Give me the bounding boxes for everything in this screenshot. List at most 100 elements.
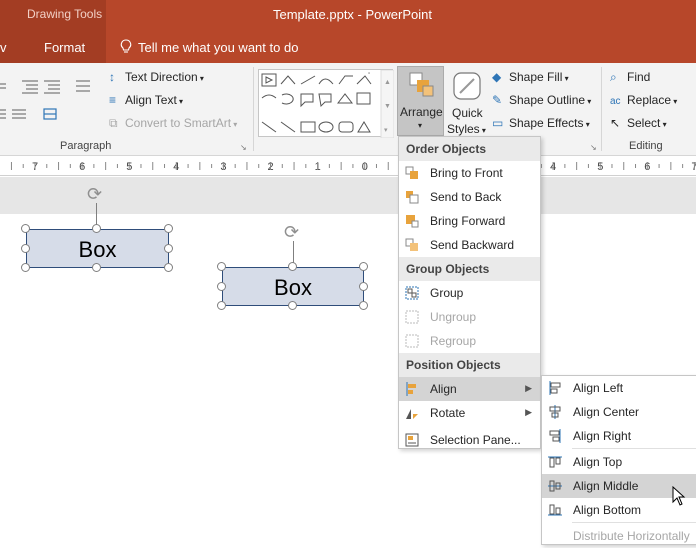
align-text-button[interactable]: ≡Align Text ▾	[109, 93, 183, 107]
regroup-item[interactable]: Regroup	[399, 329, 540, 353]
select-button[interactable]: ↖Select ▾	[610, 116, 667, 130]
arrange-label: Arrange	[400, 105, 443, 119]
rotate-handle-icon[interactable]: ⟳	[87, 184, 102, 205]
text-direction-button[interactable]: ↕Text Direction ▾	[109, 70, 204, 84]
drawing-dialog-launcher[interactable]: ↘	[590, 143, 597, 152]
bring-forward-icon	[405, 214, 419, 228]
find-icon: ⌕	[610, 70, 627, 85]
quick-styles-button[interactable]: Quick Styles ▾	[447, 67, 487, 137]
resize-handle[interactable]	[359, 301, 368, 310]
align-icon	[405, 382, 419, 396]
shape-fill-button[interactable]: ◆Shape Fill ▾	[492, 70, 569, 84]
convert-smartart-button[interactable]: ⧉Convert to SmartArt ▾	[109, 116, 237, 131]
align-top-item[interactable]: Align Top	[542, 450, 696, 474]
regroup-label: Regroup	[430, 334, 476, 348]
send-to-back-item[interactable]: Send to Back	[399, 185, 540, 209]
arrange-menu: Order Objects Bring to Front Send to Bac…	[398, 136, 541, 449]
paragraph-indent-icons[interactable]	[0, 75, 100, 135]
text-direction-label: Text Direction	[125, 70, 198, 84]
separator	[253, 67, 254, 151]
align-middle-icon	[548, 479, 562, 493]
resize-handle[interactable]	[288, 262, 297, 271]
editing-group-label: Editing	[629, 140, 663, 152]
send-backward-item[interactable]: Send Backward	[399, 233, 540, 257]
resize-handle[interactable]	[21, 224, 30, 233]
lightbulb-icon	[120, 39, 132, 55]
submenu-arrow-icon: ▶	[525, 383, 532, 394]
resize-handle[interactable]	[288, 301, 297, 310]
distribute-horizontally-label: Distribute Horizontally	[573, 529, 690, 543]
regroup-icon	[405, 334, 419, 348]
find-button[interactable]: ⌕Find	[610, 70, 650, 85]
resize-handle[interactable]	[217, 282, 226, 291]
resize-handle[interactable]	[164, 263, 173, 272]
align-text-icon: ≡	[109, 93, 125, 107]
align-bottom-label: Align Bottom	[573, 503, 641, 517]
resize-handle[interactable]	[92, 224, 101, 233]
resize-handle[interactable]	[21, 263, 30, 272]
align-right-item[interactable]: Align Right	[542, 424, 696, 448]
send-to-back-icon	[405, 190, 419, 204]
align-bottom-icon	[548, 503, 562, 517]
ribbon: ↕Text Direction ▾ ≡Align Text ▾ ⧉Convert…	[0, 63, 696, 156]
resize-handle[interactable]	[217, 262, 226, 271]
paragraph-dialog-launcher[interactable]: ↘	[240, 143, 247, 152]
shapes-gallery[interactable]: ▲▼▾	[258, 69, 393, 137]
selection-pane-item[interactable]: Selection Pane...	[399, 425, 540, 453]
tab-view[interactable]: v	[0, 40, 7, 55]
resize-handle[interactable]	[164, 244, 173, 253]
styles-label-text: Styles	[447, 122, 480, 136]
tab-format[interactable]: Format	[44, 40, 85, 55]
replace-button[interactable]: acReplace ▾	[610, 93, 677, 107]
rotate-item[interactable]: Rotate▶	[399, 401, 540, 425]
align-top-label: Align Top	[573, 455, 622, 469]
slide-top-margin	[0, 177, 696, 214]
arrange-dropdown-arrow: ▾	[418, 121, 422, 130]
paragraph-group-label: Paragraph	[60, 140, 111, 152]
align-text-label: Align Text	[125, 93, 177, 107]
resize-handle[interactable]	[21, 244, 30, 253]
styles-label: Styles ▾	[447, 122, 486, 136]
ungroup-item[interactable]: Ungroup	[399, 305, 540, 329]
ruler-ticks: 765432101234567	[0, 156, 696, 176]
convert-smartart-label: Convert to SmartArt	[125, 116, 231, 130]
arrange-icon	[408, 71, 436, 99]
align-center-icon	[548, 405, 562, 419]
find-label: Find	[627, 70, 650, 84]
rotate-icon	[405, 406, 419, 420]
align-left-icon	[548, 381, 562, 395]
shape-effects-button[interactable]: ▭Shape Effects ▾	[492, 116, 590, 130]
align-left-item[interactable]: Align Left	[542, 376, 696, 400]
quick-styles-icon	[452, 71, 482, 101]
ruler-tick-label: 7	[691, 161, 696, 173]
resize-handle[interactable]	[164, 224, 173, 233]
align-item[interactable]: Align▶	[399, 377, 540, 401]
resize-handle[interactable]	[359, 282, 368, 291]
arrange-button[interactable]: Arrange ▾	[397, 66, 444, 136]
align-submenu: Align Left Align Center Align Right Alig…	[541, 375, 696, 545]
order-objects-header: Order Objects	[399, 137, 540, 161]
group-item[interactable]: Group	[399, 281, 540, 305]
align-center-item[interactable]: Align Center	[542, 400, 696, 424]
resize-handle[interactable]	[359, 262, 368, 271]
shape-effects-icon: ▭	[492, 116, 509, 130]
rotate-handle-icon[interactable]: ⟳	[284, 222, 299, 243]
send-backward-icon	[405, 238, 419, 252]
ungroup-icon	[405, 310, 419, 324]
shape-outline-button[interactable]: ✎Shape Outline ▾	[492, 93, 591, 107]
bring-to-front-item[interactable]: Bring to Front	[399, 161, 540, 185]
rotate-label: Rotate	[430, 406, 465, 420]
bring-forward-item[interactable]: Bring Forward	[399, 209, 540, 233]
resize-handle[interactable]	[92, 263, 101, 272]
window-title: Template.pptx - PowerPoint	[273, 7, 432, 22]
bring-to-front-icon	[405, 166, 419, 180]
shape-fill-icon: ◆	[492, 70, 509, 84]
smartart-icon: ⧉	[109, 116, 125, 131]
resize-handle[interactable]	[217, 301, 226, 310]
align-middle-label: Align Middle	[573, 479, 638, 493]
replace-icon: ac	[610, 96, 627, 107]
distribute-horizontally-item[interactable]: Distribute Horizontally	[542, 524, 696, 548]
align-right-icon	[548, 429, 562, 443]
shape-outline-label: Shape Outline	[509, 93, 585, 107]
box-1-text: Box	[79, 237, 117, 262]
